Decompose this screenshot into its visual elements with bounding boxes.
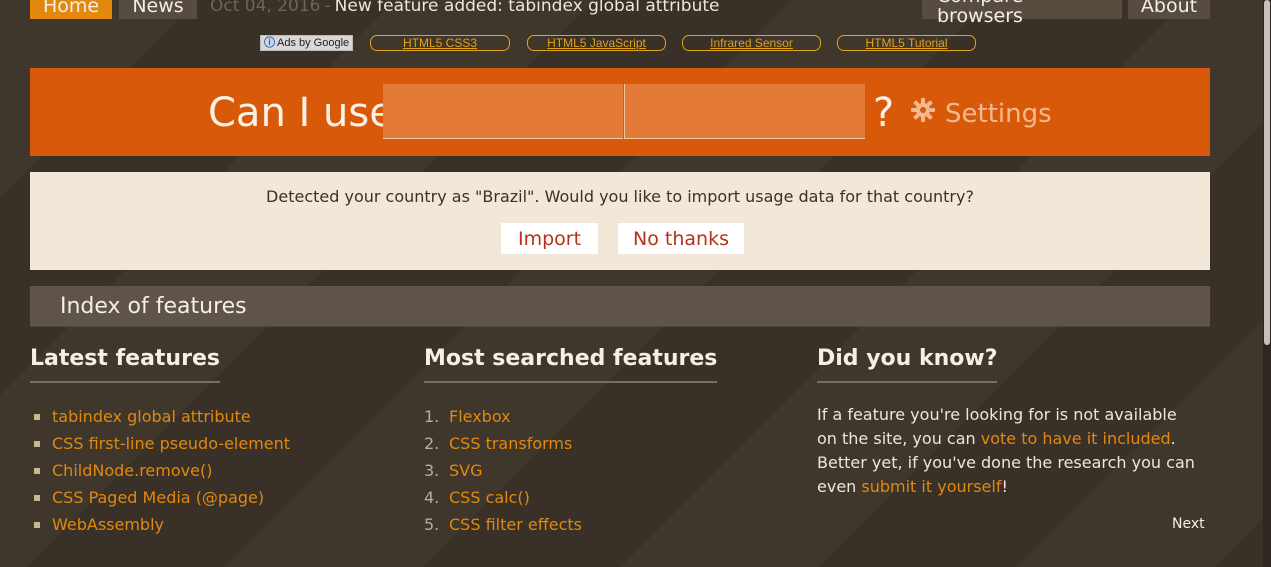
no-thanks-button[interactable]: No thanks — [618, 223, 744, 254]
index-of-features-bar[interactable]: Index of features — [30, 286, 1210, 327]
question-mark: ? — [873, 90, 895, 136]
bullet-icon — [34, 521, 40, 528]
bullet-icon — [34, 413, 40, 420]
rank-number: 4. — [424, 488, 440, 507]
latest-feature-link[interactable]: ChildNode.remove() — [52, 461, 212, 480]
most-searched-link[interactable]: CSS filter effects — [449, 515, 582, 534]
ad-choices[interactable]: ⓘ Ads by Google — [260, 34, 354, 51]
latest-features-heading: Latest features — [30, 346, 220, 383]
most-searched-link[interactable]: SVG — [449, 461, 483, 480]
latest-features-list: tabindex global attribute CSS first-line… — [30, 403, 420, 538]
list-item: 4. CSS calc() — [424, 484, 814, 511]
ads-by-google-badge[interactable]: ⓘ Ads by Google — [260, 34, 354, 51]
settings-label: Settings — [945, 98, 1052, 129]
most-searched-list: 1. Flexbox 2. CSS transforms 3. SVG 4. CSS c… — [424, 403, 814, 538]
scrollbar-thumb[interactable] — [1264, 0, 1270, 345]
submit-link[interactable]: submit it yourself — [861, 477, 1001, 496]
latest-feature-link[interactable]: CSS Paged Media (@page) — [52, 488, 264, 507]
list-item: 3. SVG — [424, 457, 814, 484]
list-item: CSS Paged Media (@page) — [30, 484, 420, 511]
nav-news-button[interactable]: News — [119, 0, 197, 19]
search-bar: Can I use ? Settings — [30, 68, 1210, 156]
bullet-icon — [34, 467, 40, 474]
list-item: 1. Flexbox — [424, 403, 814, 430]
latest-feature-link[interactable]: tabindex global attribute — [52, 407, 251, 426]
ads-by-google-label: Ads by Google — [277, 36, 350, 49]
did-you-know-column: Did you know? If a feature you're lookin… — [817, 346, 1197, 499]
feature-search-input-secondary[interactable] — [624, 84, 865, 139]
nav-home-button[interactable]: Home — [30, 0, 112, 19]
did-you-know-heading: Did you know? — [817, 346, 998, 383]
tip-text-part: ! — [1001, 477, 1008, 496]
did-you-know-text: If a feature you're looking for is not a… — [817, 403, 1197, 499]
latest-features-column: Latest features tabindex global attribut… — [30, 346, 420, 538]
most-searched-column: Most searched features 1. Flexbox 2. CSS t… — [424, 346, 814, 538]
can-i-use-label: Can I use — [208, 90, 394, 136]
most-searched-heading: Most searched features — [424, 346, 718, 383]
country-detection-message: Detected your country as "Brazil". Would… — [266, 187, 974, 206]
ad-link-infrared-sensor[interactable]: Infrared Sensor — [682, 35, 821, 51]
rank-number: 3. — [424, 461, 440, 480]
index-of-features-title[interactable]: Index of features — [60, 294, 247, 319]
rank-number: 5. — [424, 515, 440, 534]
news-separator: - — [324, 0, 331, 16]
settings-button[interactable]: Settings — [911, 98, 1052, 129]
list-item: WebAssembly — [30, 511, 420, 538]
gear-icon — [911, 98, 935, 129]
import-button[interactable]: Import — [501, 223, 598, 254]
nav-about-button[interactable]: About — [1128, 0, 1210, 19]
news-headline-link[interactable]: New feature added: tabindex global attri… — [335, 0, 720, 16]
bullet-icon — [34, 440, 40, 447]
info-icon: ⓘ — [264, 36, 275, 49]
rank-number: 2. — [424, 434, 440, 453]
nav-compare-browsers-button[interactable]: Compare browsers — [922, 0, 1122, 26]
country-import-panel: Detected your country as "Brazil". Would… — [30, 172, 1210, 270]
ad-link-html5-tutorial[interactable]: HTML5 Tutorial — [837, 35, 976, 51]
rank-number: 1. — [424, 407, 440, 426]
page-scrollbar[interactable] — [1263, 0, 1271, 567]
bullet-icon — [34, 494, 40, 501]
list-item: CSS first-line pseudo-element — [30, 430, 420, 457]
feature-search-input[interactable] — [383, 84, 623, 139]
ad-link-html5-javascript[interactable]: HTML5 JavaScript — [527, 35, 666, 51]
list-item: 2. CSS transforms — [424, 430, 814, 457]
most-searched-link[interactable]: CSS calc() — [449, 488, 530, 507]
next-tip-link[interactable]: Next — [1172, 516, 1205, 532]
latest-feature-link[interactable]: CSS first-line pseudo-element — [52, 434, 290, 453]
list-item: 5. CSS filter effects — [424, 511, 814, 538]
latest-feature-link[interactable]: WebAssembly — [52, 515, 164, 534]
most-searched-link[interactable]: CSS transforms — [449, 434, 572, 453]
news-ticker: Oct 04, 2016 - New feature added: tabind… — [210, 0, 719, 19]
vote-link[interactable]: vote to have it included — [981, 429, 1171, 448]
list-item: tabindex global attribute — [30, 403, 420, 430]
ad-link-html5-css3[interactable]: HTML5 CSS3 — [370, 35, 510, 51]
news-date: Oct 04, 2016 — [210, 0, 321, 16]
most-searched-link[interactable]: Flexbox — [449, 407, 511, 426]
list-item: ChildNode.remove() — [30, 457, 420, 484]
